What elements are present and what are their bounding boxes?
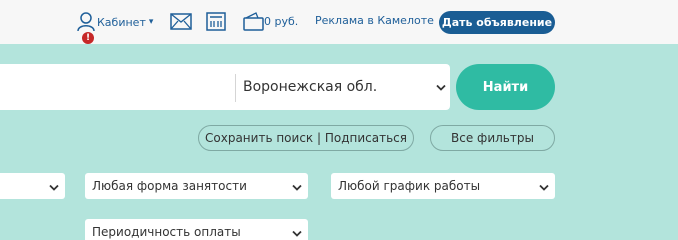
post-ad-button[interactable]: Дать объявление [439,11,555,34]
work-schedule-select[interactable]: Любой график работы [331,173,555,199]
calculator-button[interactable] [206,12,226,31]
chevron-down-icon [539,181,549,195]
employment-form-value: Любая форма занятости [92,179,247,193]
balance-amount: 0 руб. [264,15,299,28]
chevron-down-icon [49,181,59,195]
mail-icon [170,13,192,30]
all-filters-button[interactable]: Все фильтры [430,125,555,151]
wallet-icon [243,12,264,31]
user-icon [77,11,95,33]
filter-select[interactable] [0,173,65,199]
search-divider [235,74,236,102]
messages-button[interactable] [170,13,192,30]
advertising-link[interactable]: Реклама в Камелоте [315,14,434,27]
cabinet-label: Кабинет [97,15,146,29]
wallet-balance[interactable]: 0 руб. [243,12,298,31]
alert-badge: ! [82,32,94,44]
employment-form-select[interactable]: Любая форма занятости [85,173,308,199]
pay-frequency-select[interactable]: Периодичность оплаты [85,219,308,240]
find-button[interactable]: Найти [456,64,555,110]
chevron-down-icon [436,80,446,96]
region-value: Воронежская обл. [243,79,378,95]
pay-frequency-value: Периодичность оплаты [92,225,241,239]
calculator-icon [206,12,226,31]
region-select[interactable]: Воронежская обл. [242,64,450,110]
save-search-button[interactable]: Сохранить поиск | Подписаться [198,125,414,151]
chevron-down-icon [292,181,302,195]
chevron-down-icon [292,227,302,240]
chevron-down-icon: ▾ [148,17,154,27]
work-schedule-value: Любой график работы [338,179,481,193]
cabinet-menu[interactable]: Кабинет ▾ ! [77,10,154,44]
top-bar: Кабинет ▾ ! 0 руб. Реклама в Камелоте Да… [0,0,678,44]
